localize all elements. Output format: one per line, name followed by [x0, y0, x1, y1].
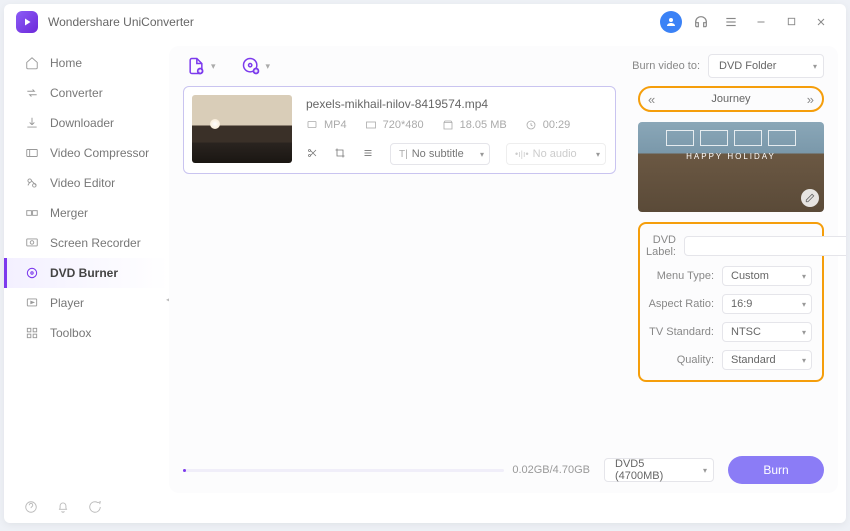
tv-standard-select[interactable]: NTSC▾: [722, 322, 812, 342]
sidebar-item-recorder[interactable]: Screen Recorder: [4, 228, 169, 258]
sidebar-item-label: Video Editor: [50, 176, 115, 190]
sidebar: Home Converter Downloader Video Compress…: [4, 40, 169, 493]
sidebar-item-merger[interactable]: Merger: [4, 198, 169, 228]
burn-button[interactable]: Burn: [728, 456, 824, 484]
dvd-settings: DVD Label: Menu Type: Custom▾ Aspect Rati…: [638, 222, 824, 382]
menu-type-label: Menu Type:: [646, 270, 714, 282]
file-name: pexels-mikhail-nilov-8419574.mp4: [306, 97, 607, 111]
sidebar-item-toolbox[interactable]: Toolbox: [4, 318, 169, 348]
effects-button[interactable]: [362, 147, 374, 162]
template-next-button[interactable]: »: [807, 92, 814, 107]
sidebar-item-label: Merger: [50, 206, 88, 220]
sidebar-item-compressor[interactable]: Video Compressor: [4, 138, 169, 168]
home-icon: [24, 55, 40, 71]
notifications-button[interactable]: [56, 500, 70, 517]
support-icon[interactable]: [688, 9, 714, 35]
file-resolution: 720*480: [365, 119, 424, 131]
burn-to-select[interactable]: DVD Folder▾: [708, 54, 824, 78]
disc-type-select[interactable]: DVD5 (4700MB)▾: [604, 458, 714, 482]
sidebar-item-player[interactable]: Player: [4, 288, 169, 318]
add-file-button[interactable]: [183, 53, 209, 79]
menu-type-select[interactable]: Custom▾: [722, 266, 812, 286]
sidebar-item-downloader[interactable]: Downloader: [4, 108, 169, 138]
sidebar-item-label: Toolbox: [50, 326, 91, 340]
menu-icon[interactable]: [718, 9, 744, 35]
converter-icon: [24, 85, 40, 101]
file-format: MP4: [306, 119, 347, 131]
editor-icon: [24, 175, 40, 191]
template-edit-button[interactable]: [801, 189, 819, 207]
load-disc-caret[interactable]: ▾: [266, 61, 271, 72]
dvd-label-label: DVD Label:: [646, 234, 676, 258]
template-name: Journey: [711, 93, 750, 105]
main-panel: ▾ ▾ Burn video to: DVD Folder▾ pexels-mi…: [169, 46, 838, 493]
statusbar: [4, 493, 846, 523]
subtitle-select[interactable]: T|No subtitle▾: [390, 143, 490, 165]
footer: 0.02GB/4.70GB DVD5 (4700MB)▾ Burn: [169, 447, 838, 493]
sidebar-item-label: Video Compressor: [50, 146, 149, 160]
recorder-icon: [24, 235, 40, 251]
file-duration: 00:29: [525, 119, 571, 131]
sidebar-item-converter[interactable]: Converter: [4, 78, 169, 108]
sidebar-item-label: Home: [50, 56, 82, 70]
app-window: Wondershare UniConverter Home Converter …: [4, 4, 846, 523]
feedback-button[interactable]: [88, 500, 102, 517]
capacity-bar: [183, 469, 504, 472]
titlebar: Wondershare UniConverter: [4, 4, 846, 40]
trim-button[interactable]: [306, 147, 318, 162]
compressor-icon: [24, 145, 40, 161]
sidebar-item-home[interactable]: Home: [4, 48, 169, 78]
dvd-label-input[interactable]: [684, 236, 846, 256]
aspect-ratio-label: Aspect Ratio:: [646, 298, 714, 310]
tv-standard-label: TV Standard:: [646, 326, 714, 338]
audio-select[interactable]: •ı|ı•No audio▾: [506, 143, 606, 165]
template-preview: HAPPY HOLIDAY: [638, 122, 824, 212]
file-size: 18.05 MB: [442, 119, 507, 131]
video-thumbnail[interactable]: [192, 95, 292, 163]
crop-button[interactable]: [334, 147, 346, 162]
sidebar-item-editor[interactable]: Video Editor: [4, 168, 169, 198]
minimize-button[interactable]: [748, 9, 774, 35]
load-disc-button[interactable]: [238, 53, 264, 79]
capacity-text: 0.02GB/4.70GB: [512, 464, 590, 476]
sidebar-item-label: Screen Recorder: [50, 236, 141, 250]
sidebar-item-label: DVD Burner: [50, 266, 118, 280]
close-button[interactable]: [808, 9, 834, 35]
toolbar: ▾ ▾ Burn video to: DVD Folder▾: [169, 46, 838, 86]
app-title: Wondershare UniConverter: [48, 15, 194, 29]
sidebar-item-label: Downloader: [50, 116, 114, 130]
quality-label: Quality:: [646, 354, 714, 366]
template-navigator: « Journey »: [638, 86, 824, 112]
add-file-caret[interactable]: ▾: [211, 61, 216, 72]
sidebar-item-dvd-burner[interactable]: DVD Burner: [4, 258, 169, 288]
account-button[interactable]: [658, 9, 684, 35]
template-caption: HAPPY HOLIDAY: [638, 152, 824, 161]
toolbox-icon: [24, 325, 40, 341]
merger-icon: [24, 205, 40, 221]
download-icon: [24, 115, 40, 131]
sidebar-item-label: Player: [50, 296, 84, 310]
help-button[interactable]: [24, 500, 38, 517]
quality-select[interactable]: Standard▾: [722, 350, 812, 370]
dvd-icon: [24, 265, 40, 281]
sidebar-item-label: Converter: [50, 86, 103, 100]
maximize-button[interactable]: [778, 9, 804, 35]
template-prev-button[interactable]: «: [648, 92, 655, 107]
burn-to-label: Burn video to:: [632, 60, 700, 72]
app-logo: [16, 11, 38, 33]
aspect-ratio-select[interactable]: 16:9▾: [722, 294, 812, 314]
file-card: pexels-mikhail-nilov-8419574.mp4 MP4 720…: [183, 86, 616, 174]
player-icon: [24, 295, 40, 311]
